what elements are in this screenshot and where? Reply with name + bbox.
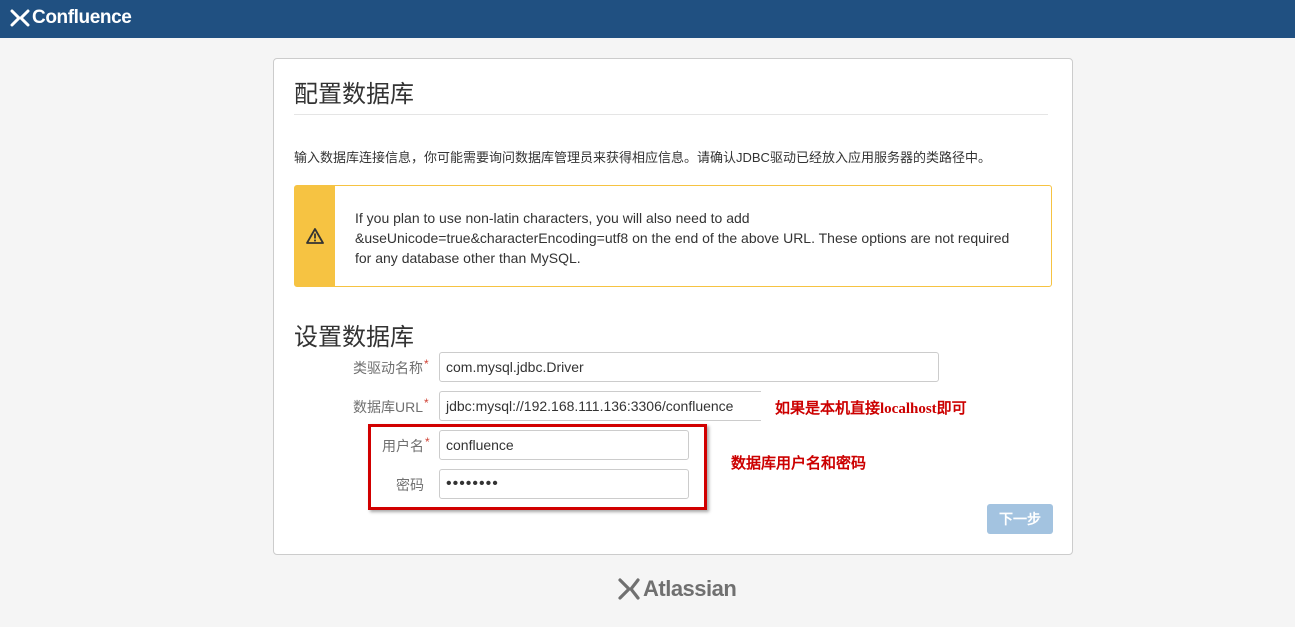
top-bar: Confluence <box>0 0 1295 38</box>
atlassian-logo[interactable]: Atlassian <box>618 576 737 602</box>
credentials-highlight-box <box>368 424 707 510</box>
warning-bar <box>295 186 335 286</box>
title-divider <box>294 114 1048 115</box>
warning-message: If you plan to use non-latin characters,… <box>294 185 1052 287</box>
driver-label: 类驱动名称* <box>353 357 429 376</box>
url-input[interactable]: jdbc:mysql://192.168.111.136:3306/conflu… <box>439 391 761 421</box>
required-mark: * <box>424 396 429 410</box>
warning-line-3: for any database other than MySQL. <box>355 250 581 266</box>
warning-text: If you plan to use non-latin characters,… <box>355 208 1035 268</box>
url-annotation: 如果是本机直接localhost即可 <box>775 401 967 417</box>
confluence-logo[interactable]: Confluence <box>10 6 132 30</box>
warning-icon <box>306 228 324 244</box>
app-name: Confluence <box>32 7 132 28</box>
credentials-annotation: 数据库用户名和密码 <box>731 456 867 472</box>
footer-brand: Atlassian <box>643 576 737 601</box>
next-button[interactable]: 下一步 <box>987 504 1053 534</box>
warning-line-2: &useUnicode=true&characterEncoding=utf8 … <box>355 230 1010 246</box>
driver-input[interactable]: com.mysql.jdbc.Driver <box>439 352 939 382</box>
intro-text: 输入数据库连接信息，你可能需要询问数据库管理员来获得相应信息。请确认JDBC驱动… <box>294 150 991 165</box>
warning-line-1: If you plan to use non-latin characters,… <box>355 210 750 226</box>
url-label: 数据库URL* <box>353 396 429 415</box>
required-mark: * <box>424 357 429 371</box>
atlassian-icon <box>618 578 640 600</box>
section-title: 设置数据库 <box>294 324 414 351</box>
page-title: 配置数据库 <box>294 81 414 108</box>
confluence-x-icon <box>10 9 30 27</box>
